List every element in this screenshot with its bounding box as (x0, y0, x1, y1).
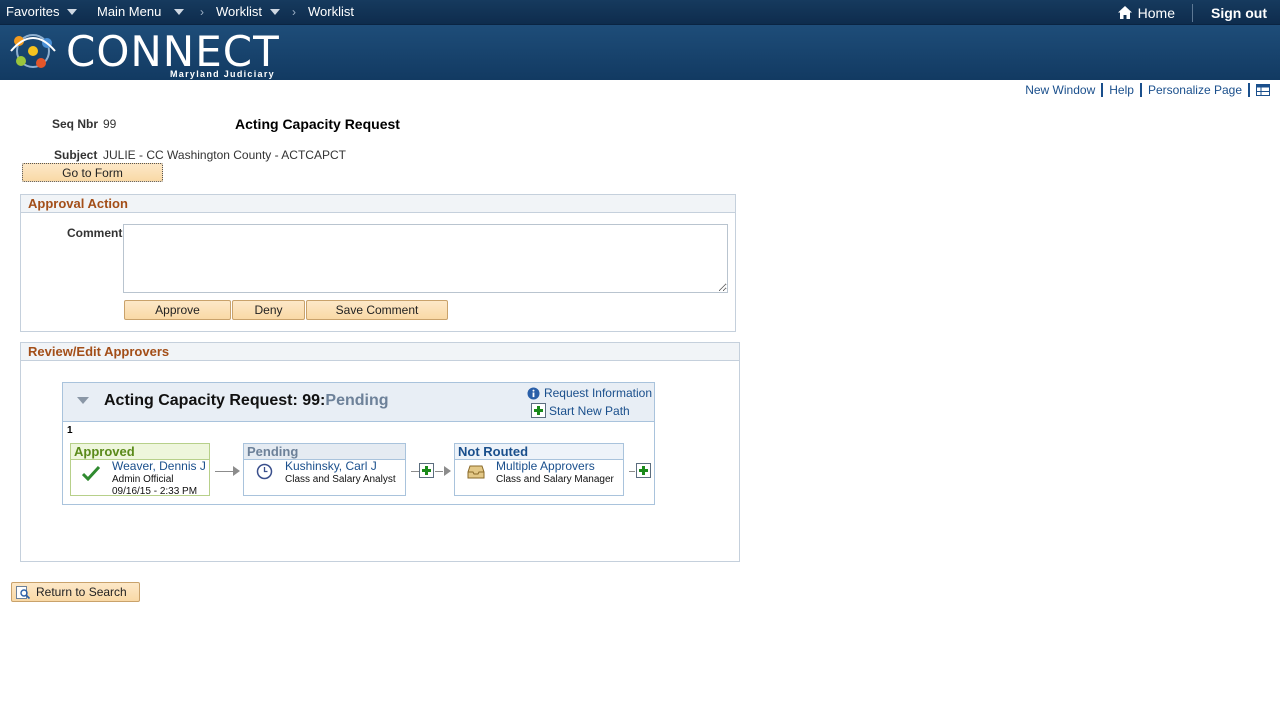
subject-label: Subject (54, 148, 98, 162)
request-information-label: Request Information (543, 386, 652, 400)
sign-out-link[interactable]: Sign out (1193, 5, 1280, 21)
brand-banner: CONNECT Maryland Judiciary (0, 25, 1280, 80)
approval-map: Acting Capacity Request: 99:Pending Requ… (62, 382, 655, 505)
flow-arrow (215, 471, 235, 472)
brand-subtitle: Maryland Judiciary (170, 69, 275, 79)
main-menu-label: Main Menu (97, 4, 162, 19)
approval-map-title: Acting Capacity Request: 99:Pending (104, 392, 389, 410)
approval-map-status: Pending (325, 392, 389, 409)
divider (1248, 83, 1250, 97)
deny-button[interactable]: Deny (232, 300, 305, 320)
step-status: Pending (244, 444, 405, 460)
breadcrumb-worklist-menu[interactable]: Worklist (216, 4, 262, 19)
home-label: Home (1137, 4, 1175, 21)
personalize-page-link[interactable]: Personalize Page (1142, 83, 1248, 97)
flow-arrow (629, 471, 635, 472)
arrow-right-icon (444, 466, 451, 476)
page-layout-icon[interactable] (1256, 84, 1270, 96)
search-icon (16, 586, 31, 600)
path-number: 1 (67, 425, 73, 436)
approver-name-link[interactable]: Multiple Approvers (496, 459, 595, 473)
request-information-link[interactable]: Request Information (527, 386, 652, 400)
insert-approver-plus-icon[interactable] (419, 463, 434, 478)
return-to-search-button[interactable]: Return to Search (11, 582, 140, 602)
step-status: Approved (71, 444, 209, 460)
comment-label: Comment (67, 226, 123, 240)
approval-date: 09/16/15 - 2:33 PM (112, 486, 198, 497)
review-approvers-heading: Review/Edit Approvers (21, 343, 739, 361)
home-link[interactable]: Home (1117, 5, 1192, 21)
start-new-path-link[interactable]: Start New Path (531, 403, 630, 418)
top-nav-bar: Favorites Main Menu › Worklist › Worklis… (0, 0, 1280, 25)
approver-role: Class and Salary Manager (496, 474, 614, 485)
page-links: New Window Help Personalize Page (1019, 83, 1270, 97)
new-window-link[interactable]: New Window (1019, 83, 1101, 97)
approval-step-approved: Approved Weaver, Dennis J Admin Official… (70, 443, 210, 497)
clock-icon (256, 463, 273, 480)
inbox-icon (467, 465, 485, 479)
help-link[interactable]: Help (1103, 83, 1140, 97)
favorites-label: Favorites (6, 4, 60, 19)
chevron-down-icon (67, 8, 78, 15)
insert-approver-plus-icon[interactable] (636, 463, 651, 478)
breadcrumb-worklist[interactable]: Worklist (308, 4, 354, 19)
approval-step-not-routed: Not Routed Multiple Approvers Class and … (454, 443, 624, 496)
approval-step-pending: Pending Kushinsky, Carl J Class and Sala… (243, 443, 406, 496)
start-new-path-label: Start New Path (549, 403, 630, 418)
flow-arrow (435, 471, 443, 472)
seq-nbr-label: Seq Nbr (52, 117, 99, 131)
breadcrumb: › Worklist › Worklist (200, 4, 354, 19)
top-right-links: Home Sign out (1117, 0, 1280, 25)
seq-nbr-value: 99 (103, 117, 117, 131)
comment-field[interactable] (123, 224, 728, 293)
breadcrumb-separator-icon: › (291, 4, 296, 19)
subject-value: JULIE - CC Washington County - ACTCAPCT (103, 148, 346, 162)
home-icon (1117, 6, 1132, 19)
plus-icon (531, 403, 546, 418)
save-comment-button[interactable]: Save Comment (306, 300, 448, 320)
return-to-search-label: Return to Search (36, 585, 127, 599)
approver-role: Admin Official (112, 474, 174, 485)
collapse-icon[interactable] (77, 397, 89, 404)
arrow-right-icon (233, 466, 240, 476)
approver-name-link[interactable]: Kushinsky, Carl J (285, 459, 377, 473)
checkmark-icon (82, 465, 100, 481)
connect-logo-icon (10, 34, 56, 68)
chevron-down-icon (174, 8, 185, 15)
chevron-down-icon[interactable] (269, 8, 280, 15)
breadcrumb-separator-icon: › (200, 4, 204, 19)
approver-name-link[interactable]: Weaver, Dennis J (112, 459, 206, 473)
approver-role: Class and Salary Analyst (285, 474, 396, 485)
step-status: Not Routed (455, 444, 623, 460)
main-menu[interactable]: Main Menu (97, 4, 185, 19)
approve-button[interactable]: Approve (124, 300, 231, 320)
approval-action-heading: Approval Action (21, 195, 735, 213)
info-icon (527, 387, 540, 399)
go-to-form-button[interactable]: Go to Form (22, 163, 163, 182)
favorites-menu[interactable]: Favorites (6, 4, 78, 19)
flow-arrow (411, 471, 419, 472)
approval-map-title-text: Acting Capacity Request: 99: (104, 392, 326, 409)
approval-map-header: Acting Capacity Request: 99:Pending Requ… (63, 383, 654, 422)
page-title: Acting Capacity Request (235, 116, 400, 132)
